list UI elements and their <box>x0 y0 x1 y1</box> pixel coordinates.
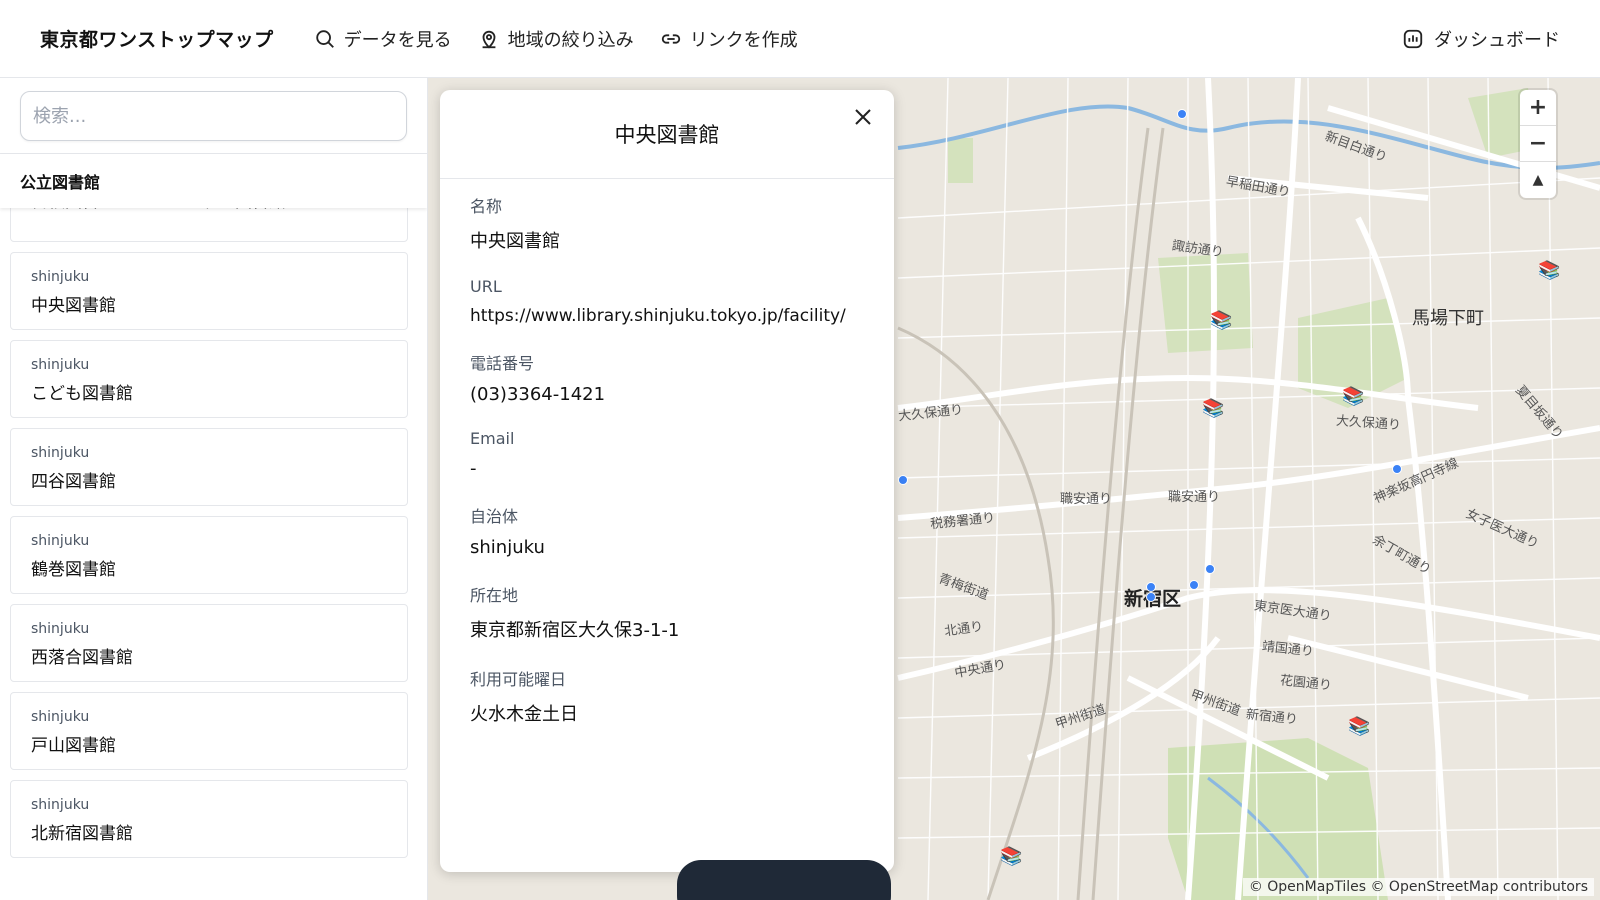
field-value: 火水木金土日 <box>470 704 578 725</box>
list-item-name: 四谷図書館 <box>31 472 116 492</box>
detail-fields: 名称 中央図書館 URL https://www.library.shinjuk… <box>440 179 894 726</box>
map-label-babashita: 馬場下町 <box>1412 308 1484 329</box>
bar-chart-icon <box>1403 29 1423 48</box>
list-item-name: 北新宿図書館 <box>31 824 133 844</box>
list-item-municipality: shinjuku <box>31 797 90 813</box>
detail-title: 中央図書館 <box>614 123 720 147</box>
library-map-icon[interactable]: 📚 <box>1342 386 1364 407</box>
list-item[interactable]: shinjuku こども図書館 <box>10 340 408 418</box>
dashboard-button[interactable]: ダッシュボード <box>1402 26 1560 52</box>
field-municipality: 自治体 shinjuku <box>470 503 864 558</box>
list-item[interactable]: shinjuku 西落合図書館 <box>10 604 408 682</box>
list-item[interactable]: shinjuku 戸山図書館 <box>10 692 408 770</box>
map-marker[interactable] <box>1177 109 1187 119</box>
detail-panel: 中央図書館 名称 中央図書館 URL https://www.library.s… <box>440 90 894 872</box>
library-map-icon[interactable]: 📚 <box>1538 260 1560 281</box>
map-marker[interactable] <box>1392 464 1402 474</box>
map-zoom-control: + − ▲ <box>1520 90 1556 198</box>
nav-create-link[interactable]: リンクを作成 <box>660 26 798 52</box>
list-item-municipality: shinjuku <box>31 445 90 461</box>
field-value: shinjuku <box>470 537 545 558</box>
library-map-icon[interactable]: 📚 <box>1348 716 1370 737</box>
zoom-out-button[interactable]: − <box>1520 126 1556 162</box>
map-label-shokuan-east: 職安通り <box>1168 490 1221 505</box>
category-header: 公立図書館 <box>0 154 427 208</box>
field-label: URL <box>470 277 502 296</box>
close-button[interactable] <box>846 100 880 134</box>
field-name: 名称 中央図書館 <box>470 193 864 253</box>
link-icon <box>661 33 680 44</box>
library-map-icon[interactable]: 📚 <box>1210 310 1232 331</box>
nav-create-link-label: リンクを作成 <box>689 29 798 51</box>
map-label-shokuan-west: 職安通り <box>1060 492 1113 507</box>
sidebar: 公立図書館 日根図書サービススポット図書館 shinjuku 中央図書館 shi… <box>0 78 428 900</box>
field-email: Email - <box>470 429 864 479</box>
list-item-name: 中央図書館 <box>31 296 116 316</box>
field-label: 電話番号 <box>470 354 535 373</box>
list-item[interactable]: shinjuku 中央図書館 <box>10 252 408 330</box>
map-marker[interactable] <box>1189 580 1199 590</box>
field-label: 所在地 <box>470 586 519 605</box>
list-item-municipality: shinjuku <box>31 357 90 373</box>
zoom-in-button[interactable]: + <box>1520 90 1556 126</box>
field-value: (03)3364-1421 <box>470 384 606 405</box>
nav-filter-region[interactable]: 地域の絞り込み <box>478 26 634 52</box>
close-icon <box>855 109 871 125</box>
search-bar <box>0 78 427 154</box>
location-pin-icon <box>482 30 496 48</box>
field-phone: 電話番号 (03)3364-1421 <box>470 350 864 405</box>
map-marker[interactable] <box>1205 564 1215 574</box>
library-map-icon[interactable]: 📚 <box>1000 846 1022 867</box>
list-item[interactable]: shinjuku 北新宿図書館 <box>10 780 408 858</box>
map-attribution[interactable]: © OpenMapTiles © OpenStreetMap contribut… <box>1242 878 1594 896</box>
field-label: 利用可能曜日 <box>470 670 567 689</box>
map-marker[interactable] <box>1146 592 1156 602</box>
list-item-name: 戸山図書館 <box>31 736 116 756</box>
detail-header: 中央図書館 <box>440 90 894 179</box>
app-title[interactable]: 東京都ワンストップマップ <box>40 25 274 52</box>
nav-view-data-label: データを見る <box>343 29 452 51</box>
field-value: 中央図書館 <box>470 231 560 252</box>
list-item-name: 鶴巻図書館 <box>31 560 116 580</box>
library-map-icon[interactable]: 📚 <box>1202 398 1224 419</box>
field-url: URL https://www.library.shinjuku.tokyo.j… <box>470 277 864 326</box>
list-item-name: こども図書館 <box>31 384 133 404</box>
main-nav: データを見る 地域の絞り込み リンクを作成 <box>314 26 798 52</box>
list-item[interactable]: shinjuku 鶴巻図書館 <box>10 516 408 594</box>
search-input[interactable] <box>20 91 407 141</box>
floating-toolbar[interactable] <box>677 860 891 900</box>
field-address: 所在地 東京都新宿区大久保3-1-1 <box>470 582 864 642</box>
compass-icon[interactable]: ▲ <box>1520 162 1556 198</box>
list-item-municipality: shinjuku <box>31 269 90 285</box>
dashboard-label: ダッシュボード <box>1434 29 1560 51</box>
search-icon <box>315 29 334 48</box>
list-item-municipality: shinjuku <box>31 533 90 549</box>
nav-view-data[interactable]: データを見る <box>314 26 452 52</box>
list-item-municipality: shinjuku <box>31 621 90 637</box>
nav-filter-region-label: 地域の絞り込み <box>507 29 634 51</box>
field-value: - <box>470 458 477 479</box>
field-label: 名称 <box>470 197 503 216</box>
field-value[interactable]: https://www.library.shinjuku.tokyo.jp/fa… <box>470 306 864 326</box>
list-item-name: 西落合図書館 <box>31 648 133 668</box>
field-label: Email <box>470 429 515 448</box>
map-marker[interactable] <box>898 475 908 485</box>
app-header: 東京都ワンストップマップ データを見る 地域の絞り込み リンクを作成 ダッシュボ… <box>0 0 1600 78</box>
field-available-days: 利用可能曜日 火水木金土日 <box>470 666 864 726</box>
field-label: 自治体 <box>470 507 519 526</box>
list-item-municipality: shinjuku <box>31 709 90 725</box>
map-marker[interactable] <box>1146 582 1156 592</box>
list-item[interactable]: shinjuku 四谷図書館 <box>10 428 408 506</box>
field-value: 東京都新宿区大久保3-1-1 <box>470 620 680 641</box>
